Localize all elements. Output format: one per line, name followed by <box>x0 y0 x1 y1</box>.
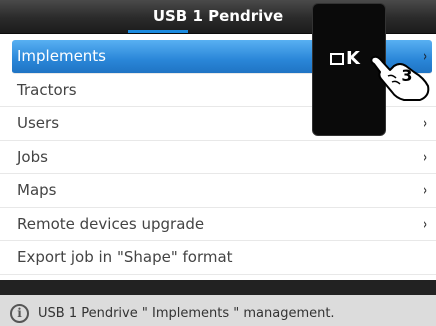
menu-item-maps[interactable]: Maps › <box>0 174 436 208</box>
status-text: USB 1 Pendrive " Implements " management… <box>38 306 335 321</box>
menu-item-label: Tractors <box>17 80 77 99</box>
menu-item-label: Users <box>17 114 60 132</box>
menu-item-label: Export job in "Shape" format <box>17 248 233 266</box>
ok-key-label: K <box>330 46 363 72</box>
chevron-right-icon: › <box>423 214 427 233</box>
ok-key-o-glyph <box>330 53 344 65</box>
menu-item-label: Maps <box>17 181 57 199</box>
menu-item-jobs[interactable]: Jobs › <box>0 141 436 174</box>
chevron-right-icon: › <box>423 147 427 166</box>
usb-menu-screen: USB 1 Pendrive Implements › Tractors Use… <box>0 0 436 326</box>
header-accent-line <box>128 30 188 33</box>
footer-divider <box>0 280 436 295</box>
menu-item-remote-devices-upgrade[interactable]: Remote devices upgrade › <box>0 208 436 241</box>
chevron-right-icon: › <box>423 114 427 132</box>
menu-item-label: Jobs <box>17 147 48 166</box>
ok-key-letter: K <box>346 48 363 69</box>
chevron-right-icon: › <box>423 181 427 199</box>
menu-item-label: Remote devices upgrade <box>17 214 205 233</box>
menu-item-label: Implements <box>17 47 106 65</box>
menu-item-export-shape[interactable]: Export job in "Shape" format <box>0 241 436 275</box>
step-number: 3 <box>401 66 413 85</box>
info-icon: i <box>10 304 29 323</box>
